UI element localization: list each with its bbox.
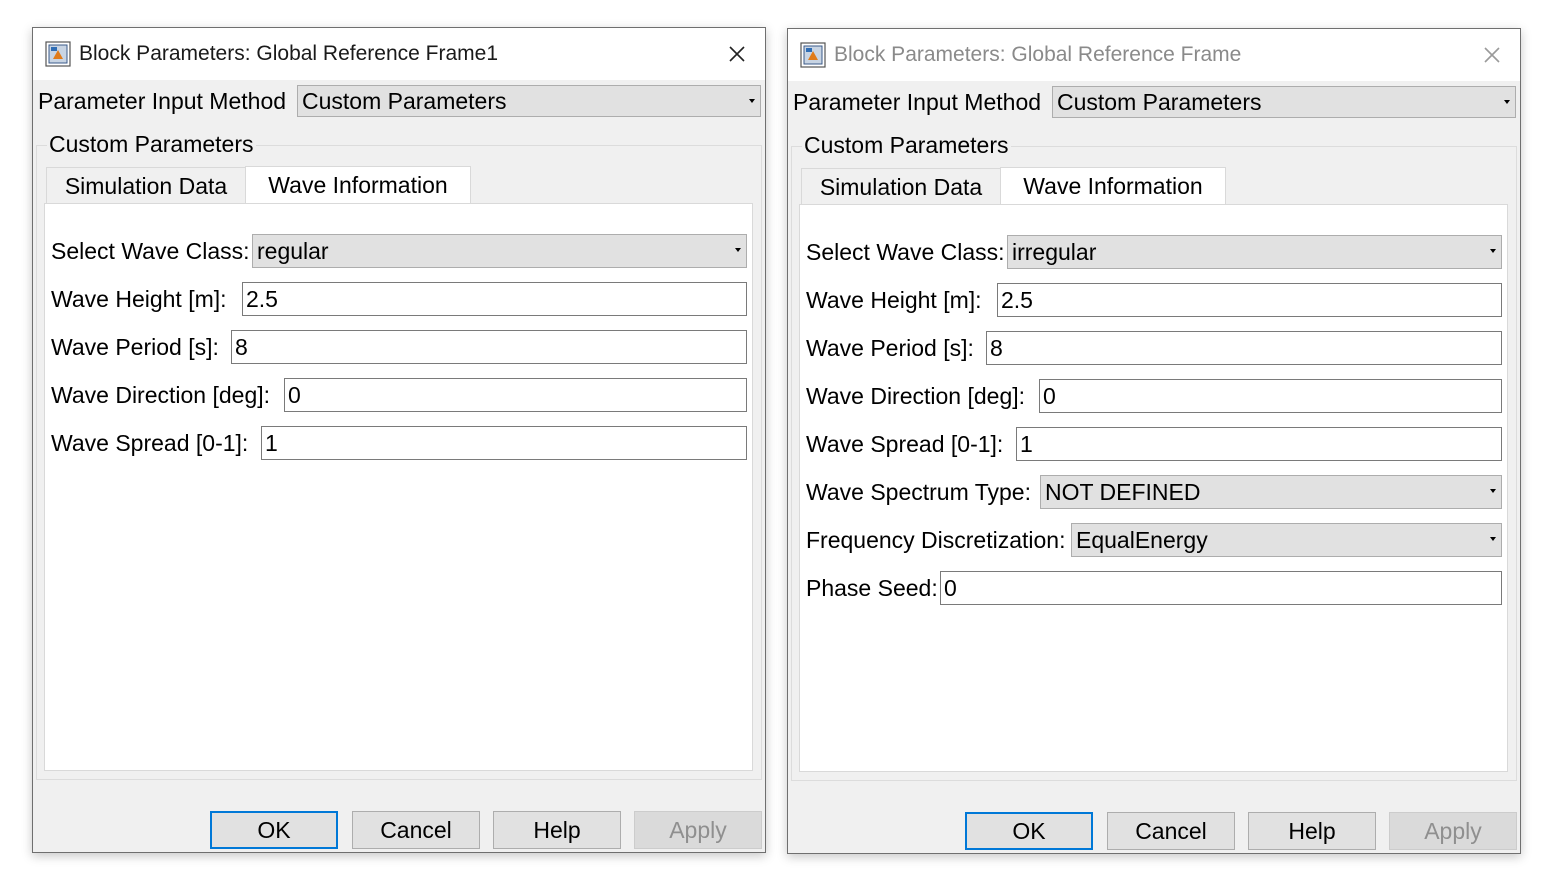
title-bar[interactable]: Block Parameters: Global Reference Frame… (33, 28, 765, 80)
wave-direction-input[interactable]: 0 (284, 378, 747, 412)
wave-direction-label: Wave Direction [deg]: (806, 383, 1026, 409)
cancel-button[interactable]: Cancel (1107, 812, 1235, 850)
wave-spectrum-type-label: Wave Spectrum Type: (806, 479, 1031, 505)
apply-button[interactable]: Apply (634, 811, 762, 849)
chevron-down-icon (1504, 100, 1510, 104)
dropdown-value: NOT DEFINED (1045, 479, 1201, 505)
dialog-title: Block Parameters: Global Reference Frame… (79, 42, 499, 65)
frequency-discretization-label: Frequency Discretization: (806, 527, 1066, 553)
frequency-discretization-dropdown[interactable]: EqualEnergy (1071, 523, 1502, 557)
group-label: Custom Parameters (802, 132, 1011, 159)
dropdown-value: EqualEnergy (1076, 527, 1208, 553)
chevron-down-icon (1490, 537, 1496, 541)
wave-height-label: Wave Height [m]: (806, 287, 982, 313)
wave-spread-input[interactable]: 1 (1016, 427, 1502, 461)
simulink-block-icon (45, 41, 71, 67)
wave-class-dropdown[interactable]: regular (252, 234, 747, 268)
block-parameters-dialog-2: Block Parameters: Global Reference Frame… (787, 28, 1521, 854)
wave-period-input[interactable]: 8 (231, 330, 747, 364)
chevron-down-icon (735, 248, 741, 252)
dropdown-value: Custom Parameters (302, 88, 507, 114)
close-icon[interactable] (1480, 43, 1504, 67)
wave-class-label: Select Wave Class: (806, 239, 1005, 265)
dropdown-value: regular (257, 238, 329, 264)
wave-height-input[interactable]: 2.5 (242, 282, 747, 316)
wave-period-input[interactable]: 8 (986, 331, 1502, 365)
dropdown-value: Custom Parameters (1057, 89, 1262, 115)
wave-spread-input[interactable]: 1 (261, 426, 747, 460)
chevron-down-icon (1490, 489, 1496, 493)
close-icon[interactable] (725, 42, 749, 66)
dialog-title: Block Parameters: Global Reference Frame (834, 43, 1242, 66)
phase-seed-input[interactable]: 0 (940, 571, 1502, 605)
wave-spread-label: Wave Spread [0-1]: (806, 431, 1004, 457)
chevron-down-icon (749, 99, 755, 103)
parameter-input-method-label: Parameter Input Method (38, 88, 287, 114)
wave-spread-label: Wave Spread [0-1]: (51, 430, 249, 456)
block-parameters-dialog-1: Block Parameters: Global Reference Frame… (32, 27, 766, 853)
help-button[interactable]: Help (493, 811, 621, 849)
parameter-input-method-dropdown[interactable]: Custom Parameters (1052, 86, 1516, 118)
tab-simulation-data[interactable]: Simulation Data (46, 167, 246, 203)
tab-simulation-data[interactable]: Simulation Data (801, 168, 1001, 204)
wave-information-panel: Select Wave Class: irregular Wave Height… (799, 204, 1508, 772)
tab-wave-information[interactable]: Wave Information (1000, 167, 1226, 205)
phase-seed-label: Phase Seed: (806, 575, 938, 601)
dropdown-value: irregular (1012, 239, 1097, 265)
wave-height-label: Wave Height [m]: (51, 286, 227, 312)
wave-period-label: Wave Period [s]: (51, 334, 219, 360)
wave-height-input[interactable]: 2.5 (997, 283, 1502, 317)
wave-class-dropdown[interactable]: irregular (1007, 235, 1502, 269)
help-button[interactable]: Help (1248, 812, 1376, 850)
wave-information-panel: Select Wave Class: regular Wave Height [… (44, 203, 753, 771)
chevron-down-icon (1490, 249, 1496, 253)
title-bar[interactable]: Block Parameters: Global Reference Frame (788, 29, 1520, 81)
parameter-input-method-dropdown[interactable]: Custom Parameters (297, 85, 761, 117)
parameter-input-method-label: Parameter Input Method (793, 89, 1042, 115)
wave-direction-label: Wave Direction [deg]: (51, 382, 271, 408)
wave-period-label: Wave Period [s]: (806, 335, 974, 361)
cancel-button[interactable]: Cancel (352, 811, 480, 849)
group-label: Custom Parameters (47, 131, 256, 158)
wave-class-label: Select Wave Class: (51, 238, 250, 264)
ok-button[interactable]: OK (965, 812, 1093, 850)
wave-direction-input[interactable]: 0 (1039, 379, 1502, 413)
simulink-block-icon (800, 42, 826, 68)
tab-wave-information[interactable]: Wave Information (245, 166, 471, 204)
wave-spectrum-type-dropdown[interactable]: NOT DEFINED (1040, 475, 1502, 509)
apply-button[interactable]: Apply (1389, 812, 1517, 850)
ok-button[interactable]: OK (210, 811, 338, 849)
